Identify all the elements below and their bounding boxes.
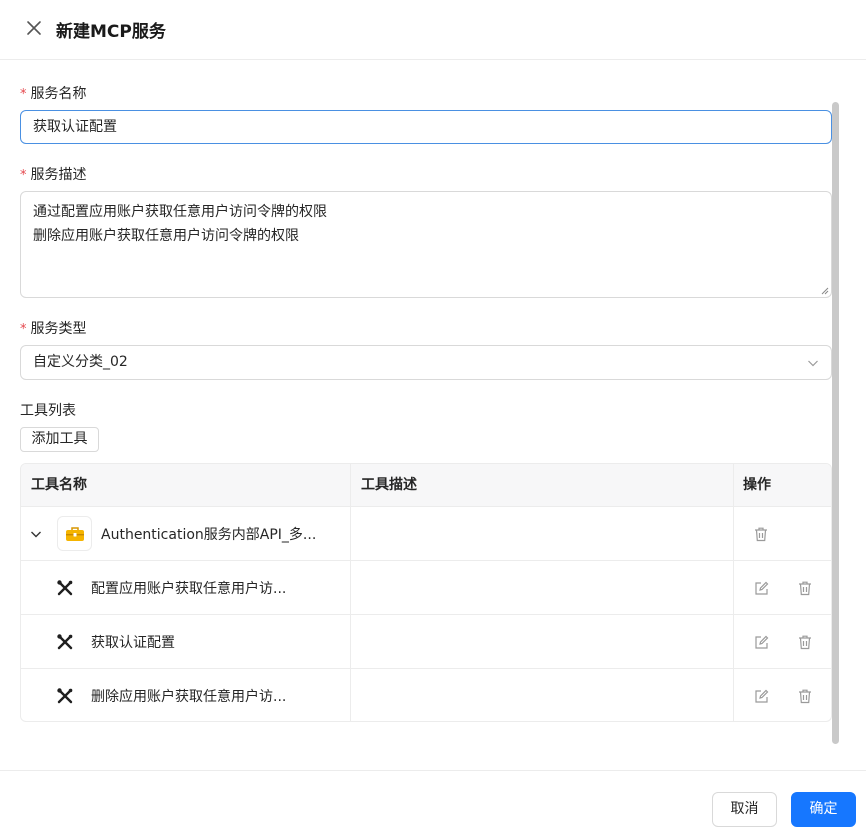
tool-name: 获取认证配置 [91,635,175,651]
dialog-header: 新建MCP服务 [0,0,866,60]
column-header-tool-name: 工具名称 [31,477,87,493]
delete-button[interactable] [795,578,815,598]
required-mark: * [20,322,27,337]
table-header: 工具名称 工具描述 操作 [21,464,831,507]
tool-name: 删除应用账户获取任意用户访... [91,689,287,705]
tool-list-label: 工具列表 [20,403,76,419]
edit-button[interactable] [751,578,771,598]
wrench-screwdriver-icon [57,634,73,650]
table-row: 获取认证配置 [21,615,831,669]
required-mark: * [20,168,27,183]
column-header-tool-description: 工具描述 [361,477,417,493]
add-tool-button[interactable]: 添加工具 [20,427,99,452]
trash-icon[interactable] [798,581,812,596]
description-line: 通过配置应用账户获取任意用户访问令牌的权限 [33,204,327,220]
service-name-label-text: 服务名称 [30,86,87,102]
close-button[interactable] [20,14,48,42]
edit-button[interactable] [751,632,771,652]
toolbox-icon [65,526,84,541]
service-description-label: * 服务描述 [20,164,87,184]
service-description-label-text: 服务描述 [30,167,87,183]
resize-handle-icon[interactable] [821,287,829,295]
tool-table: 工具名称 工具描述 操作 Authentication服务内部API_多... … [20,463,832,722]
dialog-title: 新建MCP服务 [56,22,166,42]
edit-icon[interactable] [754,689,769,704]
tool-icon-wrapper [55,686,75,706]
delete-button[interactable] [795,686,815,706]
delete-button[interactable] [795,632,815,652]
toolbox-icon-wrapper [57,516,92,551]
cancel-button[interactable]: 取消 [712,792,777,827]
edit-button[interactable] [751,686,771,706]
table-row: 删除应用账户获取任意用户访... [21,669,831,721]
trash-icon[interactable] [798,689,812,704]
service-type-select[interactable]: 自定义分类_02 [20,345,832,380]
wrench-screwdriver-icon [57,580,73,596]
tool-name: 配置应用账户获取任意用户访... [91,581,287,597]
tool-group-name: Authentication服务内部API_多... [101,527,317,543]
dialog-body: * 服务名称 获取认证配置 * 服务描述 通过配置应用账户获取任意用户访问令牌的权限… [0,60,866,770]
wrench-screwdriver-icon [57,688,73,704]
table-row: 配置应用账户获取任意用户访... [21,561,831,615]
trash-icon[interactable] [754,527,768,542]
delete-button[interactable] [751,524,771,544]
close-icon[interactable] [26,20,42,36]
service-type-value: 自定义分类_02 [33,354,128,370]
column-header-actions: 操作 [743,477,771,493]
expand-toggle[interactable] [27,525,45,543]
table-row-group: Authentication服务内部API_多... [21,507,831,561]
service-name-label: * 服务名称 [20,83,87,103]
tool-icon-wrapper [55,632,75,652]
edit-icon[interactable] [754,581,769,596]
confirm-button[interactable]: 确定 [791,792,856,827]
chevron-down-icon [808,360,818,367]
service-description-textarea[interactable]: 通过配置应用账户获取任意用户访问令牌的权限 删除应用账户获取任意用户访问令牌的权… [20,191,832,298]
dialog-footer: 取消 确定 [0,770,866,838]
trash-icon[interactable] [798,635,812,650]
description-line: 删除应用账户获取任意用户访问令牌的权限 [33,228,299,244]
service-name-input[interactable]: 获取认证配置 [20,110,832,144]
service-type-label-text: 服务类型 [30,321,87,337]
required-mark: * [20,87,27,102]
edit-icon[interactable] [754,635,769,650]
service-type-label: * 服务类型 [20,318,87,338]
tool-icon-wrapper [55,578,75,598]
chevron-down-icon[interactable] [30,528,42,540]
vertical-scrollbar[interactable] [832,102,839,744]
